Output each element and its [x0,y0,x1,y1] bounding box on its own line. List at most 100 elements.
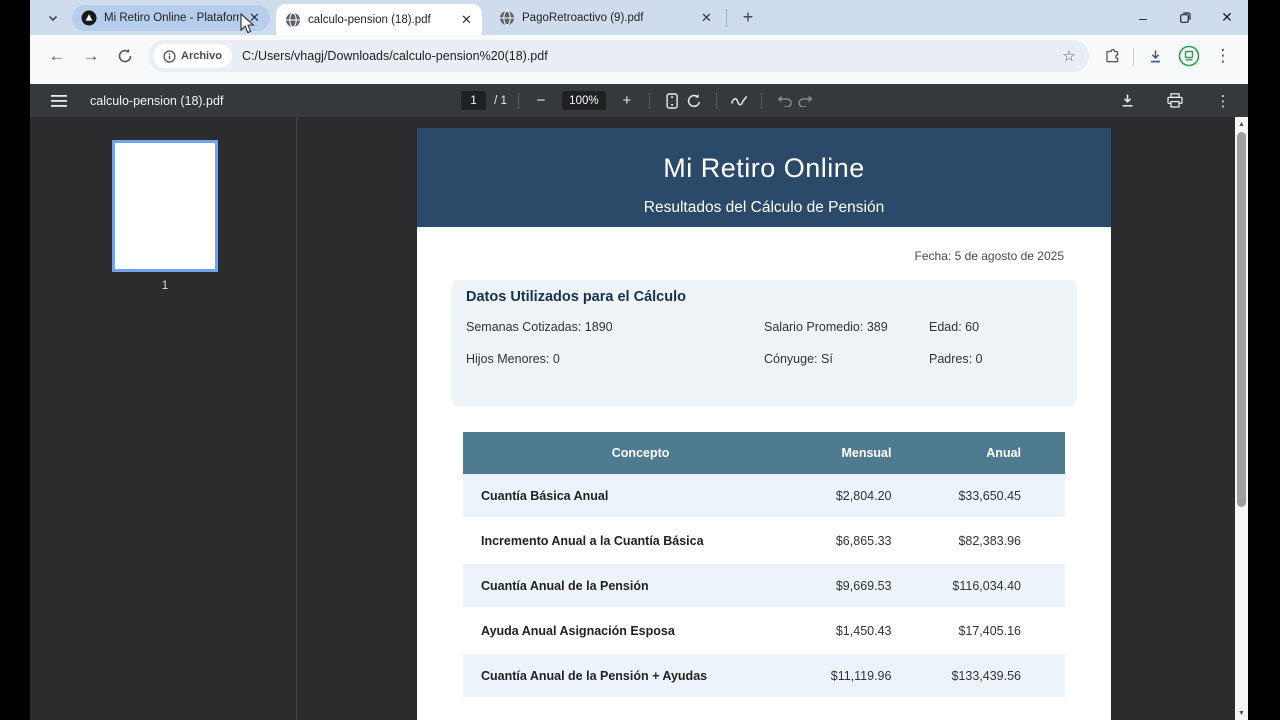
redo-button[interactable] [795,90,817,112]
pension-table: Concepto Mensual Anual Cuantía Básica An… [463,432,1065,699]
fit-page-button[interactable] [661,90,683,112]
mi-retiro-favicon-icon [81,10,97,26]
file-scheme-chip[interactable]: Archivo [153,44,232,68]
url-text[interactable]: C:/Users/vhagj/Downloads/calculo-pension… [242,49,1055,63]
forward-icon: → [83,46,100,66]
data-fields-grid: Semanas Cotizadas: 1890Salario Promedio:… [466,320,1062,366]
table-cell-mensual: $6,865.33 [818,534,908,548]
pdf-globe-favicon-icon [499,10,515,26]
table-cell-anual: $133,439.56 [908,669,1065,683]
browser-menu-button[interactable]: ⋮ [1208,41,1238,71]
tab-search-button[interactable] [40,5,66,31]
zoom-level-input[interactable]: 100% [562,91,606,110]
data-field: Cónyuge: Sí [764,352,929,366]
star-icon: ☆ [1062,47,1075,65]
data-field: Salario Promedio: 389 [764,320,929,334]
pension-table-body: Cuantía Básica Anual$2,804.20$33,650.45I… [463,474,1065,699]
table-cell-concepto: Cuantía Anual de la Pensión + Ayudas [463,669,818,683]
table-row: Ayuda Anual Asignación Esposa$1,450.43$1… [463,609,1065,654]
table-cell-concepto: Ayuda Anual Asignación Esposa [463,624,818,638]
table-cell-anual: $116,034.40 [908,579,1065,593]
header-mensual: Mensual [818,446,908,460]
table-cell-concepto: Cuantía Básica Anual [463,489,818,503]
info-icon [163,50,176,63]
restore-button[interactable] [1164,0,1206,35]
downloads-button[interactable] [1140,41,1170,71]
pdf-download-button[interactable] [1116,90,1138,112]
pdf-print-button[interactable] [1164,90,1186,112]
tab-title: Mi Retiro Online - Plataforma de [104,12,239,24]
reload-button[interactable] [110,41,140,71]
thumbnail-page-number: 1 [112,278,218,292]
page-number-input[interactable]: 1 [461,91,486,110]
toolbar-divider [518,93,519,109]
data-field: Padres: 0 [929,352,1062,366]
table-row: Cuantía Básica Anual$2,804.20$33,650.45 [463,474,1065,519]
pdf-sidebar-toggle-button[interactable] [48,90,70,112]
annotate-button[interactable] [728,90,750,112]
new-tab-button[interactable]: + [735,5,761,31]
pdf-page: Mi Retiro Online Resultados del Cálculo … [417,128,1111,720]
document-title: Mi Retiro Online [417,128,1111,184]
restore-icon [1180,12,1191,23]
bookmark-button[interactable]: ☆ [1057,44,1081,68]
close-icon[interactable]: ✕ [458,11,475,28]
tab-divider [726,9,727,27]
window-controls: – ✕ [1122,0,1248,35]
back-icon: ← [49,46,66,66]
scrollbar-thumb[interactable] [1237,132,1246,507]
table-cell-concepto: Incremento Anual a la Cuantía Básica [463,534,818,548]
toolbar-divider [649,93,650,109]
scroll-down-arrow-icon[interactable]: ▼ [1235,706,1248,720]
file-chip-label: Archivo [181,50,222,62]
table-row: Incremento Anual a la Cuantía Básica$6,8… [463,519,1065,564]
undo-icon [776,95,792,107]
document-date: Fecha: 5 de agosto de 2025 [417,227,1111,263]
navbar-divider [1133,48,1134,65]
table-cell-anual: $33,650.45 [908,489,1065,503]
document-header-banner: Mi Retiro Online Resultados del Cálculo … [417,128,1111,227]
zoom-in-button[interactable]: + [616,90,638,112]
undo-button[interactable] [773,90,795,112]
forward-button[interactable]: → [76,41,106,71]
zoom-out-button[interactable]: − [530,90,552,112]
tab-calculo-pension[interactable]: calculo-pension (18).pdf ✕ [276,4,482,35]
document-subtitle: Resultados del Cálculo de Pensión [417,199,1111,217]
data-field: Semanas Cotizadas: 1890 [466,320,764,334]
extensions-button[interactable] [1097,41,1127,71]
rotate-icon [686,93,702,109]
scroll-up-arrow-icon[interactable]: ▲ [1235,117,1248,131]
tab-title: calculo-pension (18).pdf [308,14,451,26]
toolbar-divider [716,93,717,109]
toolbar-divider [761,93,762,109]
page-thumbnail[interactable] [112,140,218,272]
close-icon[interactable]: ✕ [698,9,715,26]
download-icon [1147,48,1164,65]
reload-icon [117,48,133,64]
tab-strip: Mi Retiro Online - Plataforma de ✕ calcu… [30,0,1248,35]
table-cell-mensual: $9,669.53 [818,579,908,593]
print-icon [1167,93,1183,108]
address-bar[interactable]: Archivo C:/Users/vhagj/Downloads/calculo… [148,40,1089,72]
header-anual: Anual [908,446,1065,460]
redo-icon [798,95,814,107]
profile-avatar[interactable] [1174,41,1204,71]
pdf-more-options-button[interactable]: ⋮ [1212,90,1234,112]
rotate-button[interactable] [683,90,705,112]
extensions-puzzle-icon [1104,48,1121,65]
table-cell-anual: $17,405.16 [908,624,1065,638]
kebab-menu-icon: ⋮ [1215,46,1232,66]
data-field: Hijos Menores: 0 [466,352,764,366]
pdf-toolbar: calculo-pension (18).pdf 1 / 1 − 100% + [30,84,1248,117]
hamburger-menu-icon [51,95,67,107]
tab-pago-retroactivo[interactable]: PagoRetroactivo (9).pdf ✕ [490,2,722,33]
browser-window: Mi Retiro Online - Plataforma de ✕ calcu… [30,0,1248,720]
close-window-button[interactable]: ✕ [1206,0,1248,35]
pdf-document-title: calculo-pension (18).pdf [90,94,223,108]
minimize-button[interactable]: – [1122,0,1164,35]
back-button[interactable]: ← [42,41,72,71]
data-field: Edad: 60 [929,320,1062,334]
table-cell-anual: $82,383.96 [908,534,1065,548]
data-section-heading: Datos Utilizados para el Cálculo [466,289,1062,305]
viewer-scrollbar[interactable]: ▲ ▼ [1235,117,1248,720]
